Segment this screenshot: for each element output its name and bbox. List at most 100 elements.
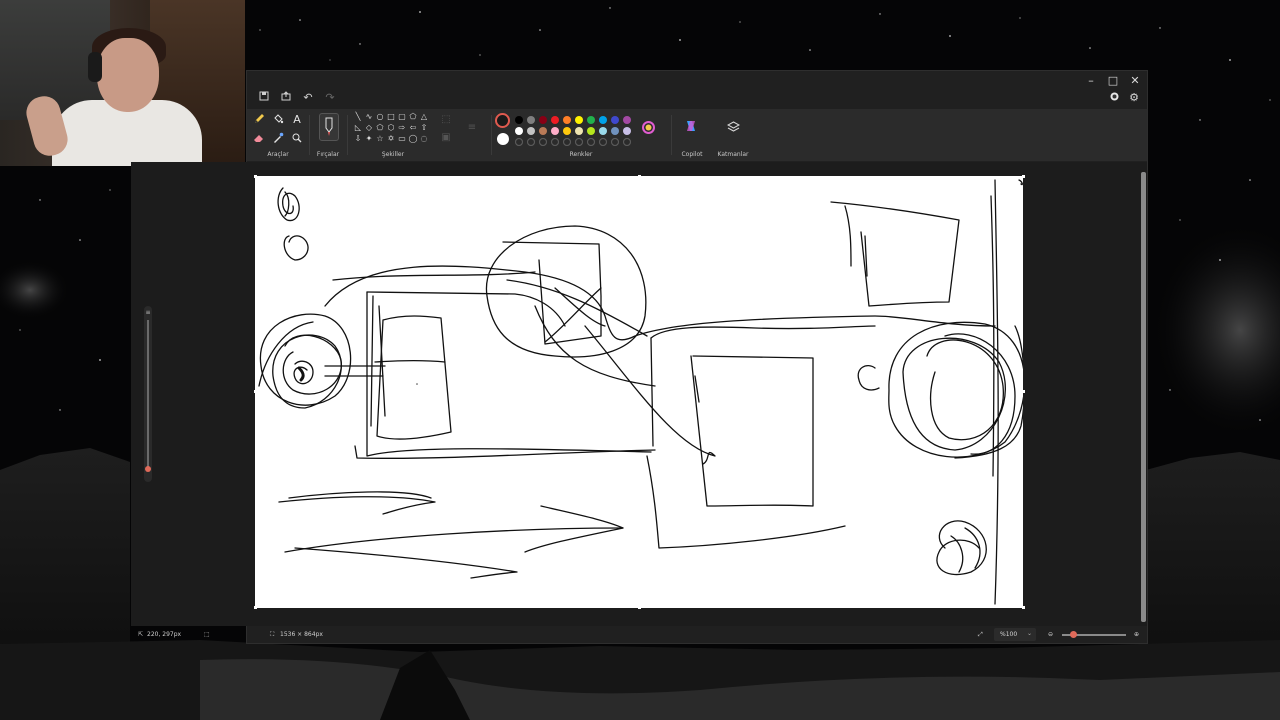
custom-color-slot[interactable] xyxy=(563,138,571,146)
secondary-color-swatch[interactable] xyxy=(497,133,509,145)
close-button[interactable]: ✕ xyxy=(1125,73,1145,89)
magnifier-icon[interactable] xyxy=(290,132,304,146)
fill-bucket-icon[interactable] xyxy=(271,113,285,127)
redo-icon[interactable]: ↷ xyxy=(321,89,339,107)
custom-color-slot[interactable] xyxy=(587,138,595,146)
rounded-rectangle-shape-icon[interactable]: ▢ xyxy=(397,112,407,122)
right-arrow-shape-icon[interactable]: ⇨ xyxy=(397,123,407,133)
color-swatch[interactable] xyxy=(611,116,619,124)
tools-group: A Araçlar xyxy=(247,109,309,161)
custom-color-slot[interactable] xyxy=(623,138,631,146)
color-swatch[interactable] xyxy=(575,116,583,124)
color-swatch[interactable] xyxy=(611,127,619,135)
custom-color-slot[interactable] xyxy=(575,138,583,146)
polygon-shape-icon[interactable]: ⬠ xyxy=(408,112,418,122)
shape-fill-icon[interactable]: ▣ xyxy=(439,131,453,145)
title-bar[interactable]: – □ ✕ xyxy=(247,71,1147,91)
color-swatch[interactable] xyxy=(527,116,535,124)
brush-size-rail xyxy=(147,320,149,470)
custom-color-slot[interactable] xyxy=(527,138,535,146)
layers-icon[interactable] xyxy=(726,121,740,135)
five-point-star-shape-icon[interactable]: ☆ xyxy=(375,134,385,144)
resize-handle-left[interactable] xyxy=(254,390,257,393)
up-arrow-shape-icon[interactable]: ⇧ xyxy=(419,123,429,133)
color-swatch[interactable] xyxy=(563,127,571,135)
pencil-icon[interactable] xyxy=(252,113,266,127)
copilot-group[interactable]: Copilot xyxy=(673,109,711,161)
settings-gear-icon[interactable]: ⚙ xyxy=(1127,91,1141,105)
account-avatar-icon[interactable] xyxy=(1107,91,1121,105)
color-swatch[interactable] xyxy=(539,116,547,124)
diamond-shape-icon[interactable]: ◇ xyxy=(364,123,374,133)
color-swatch[interactable] xyxy=(563,116,571,124)
cloud-callout-shape-icon[interactable]: ◌ xyxy=(419,134,429,144)
custom-color-slot[interactable] xyxy=(611,138,619,146)
hexagon-shape-icon[interactable]: ⬡ xyxy=(386,123,396,133)
resize-handle-bottom-left[interactable] xyxy=(254,606,257,609)
copilot-icon[interactable] xyxy=(684,119,698,133)
zoom-out-icon[interactable]: ⊖ xyxy=(1048,631,1053,638)
six-point-star-shape-icon[interactable]: ✡ xyxy=(386,134,396,144)
quick-access-toolbar: ↶ ↷ xyxy=(255,89,339,107)
rectangle-shape-icon[interactable]: □ xyxy=(386,112,396,122)
minimize-button[interactable]: – xyxy=(1081,73,1101,89)
shape-outline-icon[interactable]: ⬚ xyxy=(439,113,453,127)
brushes-group[interactable]: Fırçalar xyxy=(313,109,343,161)
resize-handle-bottom-right[interactable] xyxy=(1022,606,1025,609)
four-point-star-shape-icon[interactable]: ✦ xyxy=(364,134,374,144)
eraser-icon[interactable] xyxy=(252,132,266,146)
down-arrow-shape-icon[interactable]: ⇩ xyxy=(353,134,363,144)
oval-shape-icon[interactable]: ○ xyxy=(375,112,385,122)
brush-size-slider[interactable]: ≡ xyxy=(142,306,154,482)
zoom-dropdown[interactable]: %100 ⌄ xyxy=(994,628,1036,641)
color-swatch[interactable] xyxy=(599,127,607,135)
color-swatch[interactable] xyxy=(623,127,631,135)
color-picker-icon[interactable] xyxy=(271,132,285,146)
resize-handle-bottom[interactable] xyxy=(638,606,641,609)
zoom-slider-thumb[interactable] xyxy=(1070,631,1077,638)
resize-handle-top[interactable] xyxy=(638,175,641,178)
ribbon-separator xyxy=(671,115,672,155)
line-shape-icon[interactable]: ╲ xyxy=(353,112,363,122)
resize-handle-right[interactable] xyxy=(1022,390,1025,393)
custom-color-slot[interactable] xyxy=(599,138,607,146)
color-swatch[interactable] xyxy=(587,116,595,124)
vertical-scrollbar[interactable] xyxy=(1141,172,1146,622)
fit-to-window-icon[interactable]: ⤢ xyxy=(978,631,983,639)
color-swatch[interactable] xyxy=(599,116,607,124)
brush-size-thumb[interactable] xyxy=(145,466,151,472)
layers-group[interactable]: Katmanlar xyxy=(713,109,753,161)
save-icon[interactable] xyxy=(255,89,273,107)
edit-colors-icon[interactable] xyxy=(641,121,655,135)
color-swatch[interactable] xyxy=(515,127,523,135)
resize-handle-top-right[interactable] xyxy=(1022,175,1025,178)
color-swatch[interactable] xyxy=(539,127,547,135)
color-swatch[interactable] xyxy=(551,127,559,135)
text-icon[interactable]: A xyxy=(290,113,304,127)
color-swatch[interactable] xyxy=(575,127,583,135)
primary-color-swatch[interactable] xyxy=(495,113,510,128)
pentagon-shape-icon[interactable]: ⬠ xyxy=(375,123,385,133)
share-icon[interactable] xyxy=(277,89,295,107)
curve-shape-icon[interactable]: ∿ xyxy=(364,112,374,122)
custom-color-slot[interactable] xyxy=(551,138,559,146)
color-swatch[interactable] xyxy=(587,127,595,135)
maximize-button[interactable]: □ xyxy=(1103,73,1123,89)
resize-handle-top-left[interactable] xyxy=(254,175,257,178)
custom-color-slot[interactable] xyxy=(539,138,547,146)
triangle-shape-icon[interactable]: △ xyxy=(419,112,429,122)
color-swatch[interactable] xyxy=(623,116,631,124)
oval-callout-shape-icon[interactable]: ◯ xyxy=(408,134,418,144)
drawing-canvas[interactable] xyxy=(255,176,1023,608)
undo-icon[interactable]: ↶ xyxy=(299,89,317,107)
color-swatch[interactable] xyxy=(527,127,535,135)
left-arrow-shape-icon[interactable]: ⇦ xyxy=(408,123,418,133)
custom-color-slot[interactable] xyxy=(515,138,523,146)
color-swatch[interactable] xyxy=(515,116,523,124)
callout-shape-icon[interactable]: ▭ xyxy=(397,134,407,144)
brush-selector-button[interactable] xyxy=(319,113,339,141)
color-swatch[interactable] xyxy=(551,116,559,124)
right-triangle-shape-icon[interactable]: ◺ xyxy=(353,123,363,133)
shape-size-icon[interactable]: ≡ xyxy=(465,121,479,135)
zoom-in-icon[interactable]: ⊕ xyxy=(1134,631,1139,638)
